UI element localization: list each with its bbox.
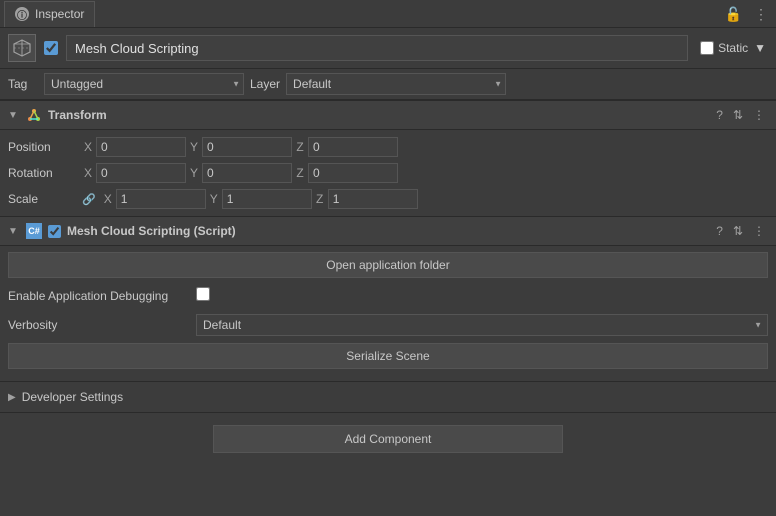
rotation-row: Rotation X Y Z [0,160,776,186]
script-menu-button[interactable]: ⋮ [750,225,768,237]
pos-z-label: Z [294,140,306,154]
script-help-button[interactable]: ? [713,225,726,237]
layer-select[interactable]: Default [286,73,506,95]
position-xyz: X Y Z [82,137,768,157]
tag-label: Tag [8,77,38,91]
scale-x-label: X [102,192,114,206]
transform-title: Transform [48,108,707,122]
tag-select-wrapper: Untagged [44,73,244,95]
scale-y-input[interactable] [222,189,312,209]
static-checkbox[interactable] [700,41,714,55]
verbosity-label: Verbosity [8,318,188,332]
tag-layer-row: Tag Untagged Layer Default [0,69,776,100]
script-body: Open application folder Enable Applicati… [0,246,776,381]
script-settings-button[interactable]: ⇅ [730,225,746,237]
layer-select-wrapper: Default [286,73,506,95]
position-z-input[interactable] [308,137,398,157]
rot-x-label: X [82,166,94,180]
open-folder-button[interactable]: Open application folder [8,252,768,278]
rot-z-label: Z [294,166,306,180]
add-component-button[interactable]: Add Component [213,425,563,453]
add-component-area: Add Component [0,412,776,465]
inspector-tab-icon: ⓘ [15,7,29,21]
serialize-scene-button[interactable]: Serialize Scene [8,343,768,369]
rotation-y-input[interactable] [202,163,292,183]
rotation-label: Rotation [8,166,78,180]
scale-y-label: Y [208,192,220,206]
transform-section-header[interactable]: ▼ Transform ? ⇅ ⋮ [0,100,776,130]
inspector-tab[interactable]: ⓘ Inspector [4,1,95,27]
transform-body: Position X Y Z Rotation X Y Z [0,130,776,216]
transform-actions: ? ⇅ ⋮ [713,109,768,121]
transform-menu-button[interactable]: ⋮ [750,109,768,121]
position-x-input[interactable] [96,137,186,157]
rotation-z-input[interactable] [308,163,398,183]
enable-debug-input-wrapper [196,287,768,304]
inspector-body: Static ▼ Tag Untagged Layer Default ▼ [0,28,776,516]
tab-actions: 🔓 ⋮ [721,5,772,23]
scale-row: Scale 🔗 X Y Z [0,186,776,212]
static-dropdown-button[interactable]: ▼ [752,41,768,55]
transform-help-button[interactable]: ? [713,109,726,121]
lock-button[interactable]: 🔓 [721,5,746,23]
tab-bar: ⓘ Inspector 🔓 ⋮ [0,0,776,28]
rot-y-label: Y [188,166,200,180]
object-active-checkbox[interactable] [44,41,58,55]
position-label: Position [8,140,78,154]
transform-arrow-icon: ▼ [8,110,20,121]
object-icon [8,34,36,62]
enable-debug-checkbox[interactable] [196,287,210,301]
rotation-x-input[interactable] [96,163,186,183]
tag-select[interactable]: Untagged [44,73,244,95]
menu-button[interactable]: ⋮ [750,5,772,23]
scale-z-label: Z [314,192,326,206]
script-arrow-icon: ▼ [8,226,20,237]
position-y-input[interactable] [202,137,292,157]
static-label: Static [718,41,748,55]
scale-label: Scale [8,192,78,206]
rotation-xyz: X Y Z [82,163,768,183]
script-section-header[interactable]: ▼ C# Mesh Cloud Scripting (Script) ? ⇅ ⋮ [0,216,776,246]
verbosity-dropdown-wrapper: Default [196,314,768,336]
transform-settings-button[interactable]: ⇅ [730,109,746,121]
dev-settings-arrow-icon: ▶ [8,392,16,403]
script-icon: C# [26,223,42,239]
object-name-field[interactable] [66,35,688,61]
script-actions: ? ⇅ ⋮ [713,225,768,237]
position-row: Position X Y Z [0,134,776,160]
scale-z-input[interactable] [328,189,418,209]
enable-debug-row: Enable Application Debugging [8,284,768,307]
verbosity-select[interactable]: Default [196,314,768,336]
scale-lock-icon: 🔗 [82,193,96,206]
transform-icon [26,107,42,123]
developer-settings-label: Developer Settings [22,390,123,404]
developer-settings-row[interactable]: ▶ Developer Settings [0,381,776,412]
script-active-checkbox[interactable] [48,225,61,238]
pos-y-label: Y [188,140,200,154]
verbosity-row: Verbosity Default [8,311,768,339]
script-title: Mesh Cloud Scripting (Script) [67,224,707,238]
scale-xyz: 🔗 X Y Z [82,189,768,209]
inspector-tab-label: Inspector [35,7,84,21]
object-header: Static ▼ [0,28,776,69]
static-section: Static ▼ [700,41,768,55]
pos-x-label: X [82,140,94,154]
scale-x-input[interactable] [116,189,206,209]
enable-debug-label: Enable Application Debugging [8,289,188,303]
layer-label: Layer [250,77,280,91]
